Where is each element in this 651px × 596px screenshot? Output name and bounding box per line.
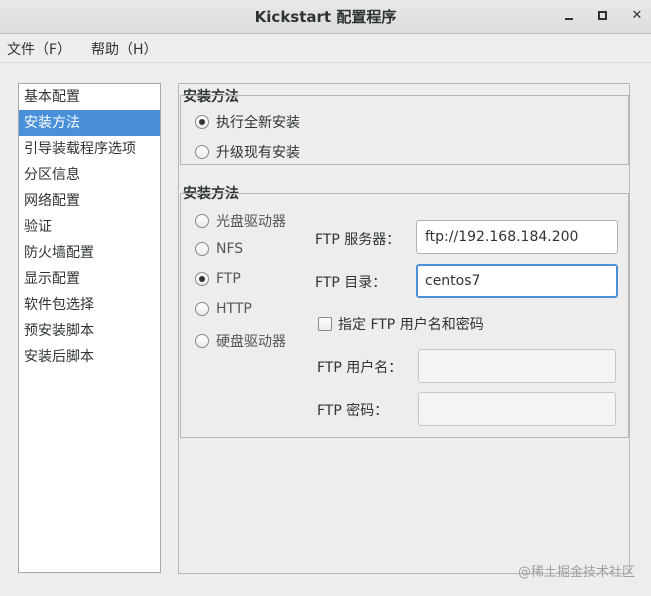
radio-http[interactable]: HTTP: [195, 301, 252, 321]
close-icon: ✕: [631, 8, 643, 23]
radio-http-label: HTTP: [216, 301, 252, 317]
ftp-directory-input[interactable]: [416, 264, 618, 298]
sidebar-item-firewall-config[interactable]: 防火墙配置: [19, 240, 160, 266]
ftp-server-input[interactable]: [416, 220, 618, 254]
sidebar-item-network-config[interactable]: 网络配置: [19, 188, 160, 214]
radio-fresh-install[interactable]: 执行全新安装: [195, 112, 300, 132]
specify-credentials-checkbox[interactable]: 指定 FTP 用户名和密码: [318, 314, 484, 334]
kickstart-window: Kickstart 配置程序 ✕ 文件（F） 帮助（H） 基本配置 安装方法 引…: [0, 0, 651, 596]
ftp-directory-label: FTP 目录：: [315, 275, 387, 291]
sidebar-item-install-method[interactable]: 安装方法: [19, 110, 160, 136]
radio-http-indicator[interactable]: [195, 302, 209, 316]
menu-file[interactable]: 文件（F）: [5, 39, 73, 59]
minimize-button[interactable]: [559, 6, 579, 26]
radio-hard-drive[interactable]: 硬盘驱动器: [195, 331, 286, 351]
radio-nfs-indicator[interactable]: [195, 242, 209, 256]
sidebar-item-authentication[interactable]: 验证: [19, 214, 160, 240]
radio-nfs[interactable]: NFS: [195, 241, 243, 261]
minimize-icon: [565, 17, 573, 20]
sidebar-item-bootloader-options[interactable]: 引导装载程序选项: [19, 136, 160, 162]
close-button[interactable]: ✕: [627, 6, 647, 26]
window-title: Kickstart 配置程序: [254, 8, 397, 26]
main-panel: 安装方法 执行全新安装 升级现有安装 安装方法 光盘驱动器 NFS FTP HT…: [178, 83, 630, 574]
radio-fresh-install-indicator[interactable]: [195, 115, 209, 129]
ftp-server-label: FTP 服务器：: [315, 232, 401, 248]
radio-hard-drive-indicator[interactable]: [195, 334, 209, 348]
radio-cdrom-indicator[interactable]: [195, 214, 209, 228]
radio-cdrom[interactable]: 光盘驱动器: [195, 211, 286, 231]
maximize-button[interactable]: [592, 6, 612, 26]
sidebar-item-basic-config[interactable]: 基本配置: [19, 84, 160, 110]
radio-cdrom-label: 光盘驱动器: [216, 214, 286, 230]
maximize-icon: [597, 11, 607, 20]
specify-credentials-indicator[interactable]: [318, 317, 332, 331]
ftp-username-input[interactable]: [418, 349, 616, 383]
menu-help[interactable]: 帮助（H）: [89, 39, 160, 59]
watermark: @稀土掘金技术社区: [517, 565, 635, 580]
ftp-password-label: FTP 密码：: [317, 403, 389, 419]
specify-credentials-label: 指定 FTP 用户名和密码: [338, 317, 484, 333]
radio-nfs-label: NFS: [216, 241, 244, 257]
sidebar: 基本配置 安装方法 引导装载程序选项 分区信息 网络配置 验证 防火墙配置 显示…: [18, 83, 161, 573]
sidebar-item-display-config[interactable]: 显示配置: [19, 266, 160, 292]
sidebar-item-partition-info[interactable]: 分区信息: [19, 162, 160, 188]
radio-hard-drive-label: 硬盘驱动器: [216, 334, 286, 350]
sidebar-item-pre-install-script[interactable]: 预安装脚本: [19, 318, 160, 344]
radio-fresh-install-label: 执行全新安装: [216, 115, 300, 131]
radio-upgrade-install-label: 升级现有安装: [216, 145, 300, 161]
sidebar-item-post-install-script[interactable]: 安装后脚本: [19, 344, 160, 370]
ftp-username-label: FTP 用户名：: [317, 360, 403, 376]
radio-ftp-label: FTP: [216, 271, 241, 287]
menu-bar: 文件（F） 帮助（H）: [0, 34, 651, 63]
radio-ftp-indicator[interactable]: [195, 272, 209, 286]
radio-upgrade-install-indicator[interactable]: [195, 145, 209, 159]
ftp-password-input[interactable]: [418, 392, 616, 426]
radio-upgrade-install[interactable]: 升级现有安装: [195, 142, 300, 162]
title-bar[interactable]: Kickstart 配置程序 ✕: [0, 0, 651, 34]
sidebar-item-package-selection[interactable]: 软件包选择: [19, 292, 160, 318]
radio-ftp[interactable]: FTP: [195, 271, 241, 291]
